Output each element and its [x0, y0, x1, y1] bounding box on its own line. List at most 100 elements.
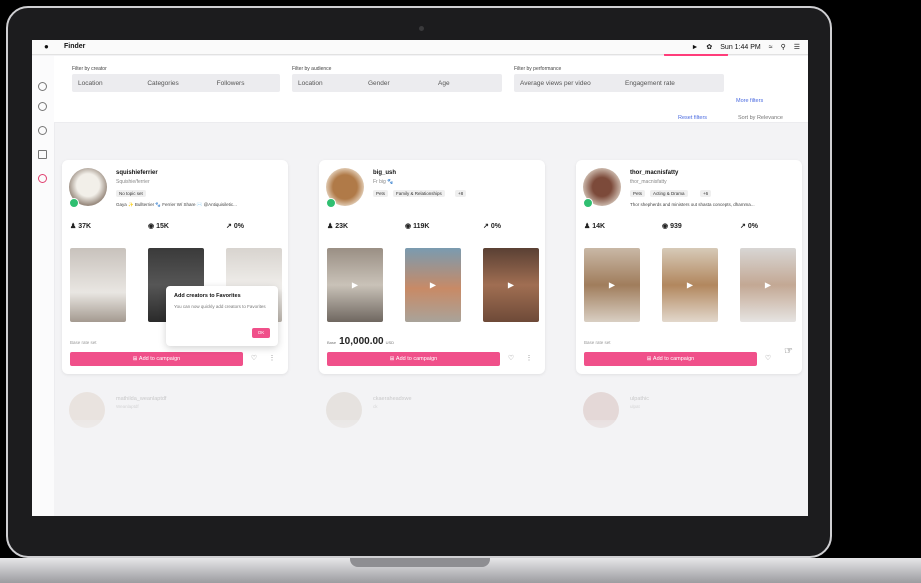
- video-thumbnail[interactable]: ▶: [662, 248, 718, 322]
- video-thumbnail[interactable]: [70, 248, 126, 322]
- creator-subtitle: Squishie/ferrier: [116, 179, 150, 185]
- engagement-icon: ↗: [483, 223, 489, 230]
- base-rate-label: Base rate set: [584, 340, 611, 345]
- creator-tag: Pets: [630, 190, 646, 197]
- add-to-campaign-button[interactable]: ⊞ Add to campaign: [584, 352, 757, 366]
- followers-icon: ♟: [584, 223, 591, 230]
- filter-categories[interactable]: Categories: [141, 80, 210, 87]
- play-icon: ▶: [351, 280, 359, 290]
- play-icon: ▶: [507, 280, 515, 290]
- search-icon[interactable]: [38, 102, 47, 111]
- creator-tag: Family & Relationships: [393, 190, 445, 197]
- followers-stat: ♟ 37K: [70, 223, 92, 230]
- volume-icon[interactable]: ►: [691, 44, 698, 51]
- creator-card-preview[interactable]: ulpathic ulpat: [576, 388, 802, 428]
- menubar-app-name[interactable]: Finder: [64, 43, 85, 50]
- verified-badge: [583, 198, 593, 208]
- video-thumbnail[interactable]: ▶: [405, 248, 461, 322]
- creator-subtitle: thor_macnisfatty: [630, 179, 667, 185]
- creator-subtitle: ck: [373, 404, 378, 409]
- tooltip-ok-button[interactable]: OK: [252, 328, 270, 338]
- laptop-notch: [350, 558, 490, 567]
- rate-currency: USD: [385, 340, 395, 345]
- fade-overlay: [54, 420, 808, 516]
- play-icon: ▶: [608, 280, 616, 290]
- filter-location[interactable]: Location: [72, 80, 141, 87]
- verified-badge: [69, 198, 79, 208]
- video-thumbnail[interactable]: ▶: [740, 248, 796, 322]
- video-thumbnail[interactable]: ▶: [327, 248, 383, 322]
- play-icon: ▶: [764, 280, 772, 290]
- home-icon[interactable]: [38, 82, 47, 91]
- views-icon: ◉: [662, 223, 669, 230]
- add-to-campaign-button[interactable]: ⊞ Add to campaign: [70, 352, 243, 366]
- creator-handle: ckaeraheadxwe: [373, 396, 412, 402]
- creator-card-preview[interactable]: ckaeraheadxwe ck: [319, 388, 545, 428]
- play-icon: ▶: [429, 280, 437, 290]
- video-thumbnail[interactable]: ▶: [483, 248, 539, 322]
- sort-by-dropdown[interactable]: Sort by Relevance: [738, 115, 783, 121]
- filter-followers[interactable]: Followers: [211, 80, 280, 87]
- play-icon: ▶: [686, 280, 694, 290]
- engagement-icon: ↗: [740, 223, 746, 230]
- creator-handle[interactable]: squishieferrier: [116, 170, 158, 176]
- more-filters-link[interactable]: More filters: [736, 98, 763, 104]
- creator-card-preview[interactable]: mathilda_weanlaptdf Weanlaptdf: [62, 388, 288, 428]
- apple-icon[interactable]: ●: [44, 42, 49, 51]
- engagement-stat: ↗ 0%: [740, 223, 758, 230]
- menubar-clock[interactable]: Sun 1:44 PM: [720, 44, 760, 51]
- add-to-campaign-button[interactable]: ⊞ Add to campaign: [327, 352, 500, 366]
- creator-handle[interactable]: thor_macnisfatty: [630, 170, 678, 176]
- creator-bio: Gaya ✨ Bullterrier 🐾 Ferrier W/ Share ✉️…: [116, 202, 237, 207]
- bluetooth-icon[interactable]: ✿: [706, 43, 712, 51]
- creator-card[interactable]: big_ush Fr big 🐾 Pets Family & Relations…: [319, 160, 545, 374]
- views-stat: ◉ 15K: [148, 223, 169, 230]
- creator-tag-more[interactable]: +6: [700, 190, 712, 197]
- base-rate-value: Base 10,000.00 USD: [327, 336, 395, 347]
- creator-tag: Pets: [373, 190, 389, 197]
- sidebar: [32, 56, 55, 516]
- more-options-icon[interactable]: ⋮: [525, 355, 533, 363]
- filter-audience-location[interactable]: Location: [292, 80, 362, 87]
- more-options-icon[interactable]: ⋮: [268, 355, 276, 363]
- base-rate-label: Base rate set: [70, 340, 97, 345]
- control-center-icon[interactable]: ☰: [794, 43, 800, 51]
- creator-filter-group: Filter by creator Location Categories Fo…: [72, 66, 280, 92]
- reset-filters-link[interactable]: Reset filters: [678, 115, 707, 121]
- base-rate-label: Base: [327, 340, 337, 345]
- filter-avg-views[interactable]: Average views per video: [514, 80, 619, 87]
- favorites-icon[interactable]: [38, 174, 47, 183]
- webcam: [419, 26, 424, 31]
- creator-tag-more[interactable]: +8: [455, 190, 467, 197]
- filter-group-label: Filter by creator: [72, 66, 107, 72]
- creator-handle: ulpathic: [630, 396, 649, 402]
- wifi-icon[interactable]: ≈: [769, 44, 773, 51]
- favorite-icon[interactable]: ♡: [507, 355, 515, 363]
- filter-group-label: Filter by audience: [292, 66, 332, 72]
- spotlight-icon[interactable]: ⚲: [781, 43, 786, 51]
- views-icon: ◉: [405, 223, 412, 230]
- favorite-icon[interactable]: ♡: [764, 355, 772, 363]
- creator-handle: mathilda_weanlaptdf: [116, 396, 167, 402]
- video-thumbnail[interactable]: ▶: [584, 248, 640, 322]
- views-stat: ◉ 939: [662, 223, 682, 230]
- creator-tag: Acting & Drama: [650, 190, 688, 197]
- creator-tag: No topic set: [116, 190, 146, 197]
- messages-icon[interactable]: [38, 150, 47, 159]
- mac-menubar: ● Finder ► ✿ Sun 1:44 PM ≈ ⚲ ☰: [32, 40, 808, 55]
- creator-card[interactable]: thor_macnisfatty thor_macnisfatty Pets A…: [576, 160, 802, 374]
- campaign-icon[interactable]: [38, 126, 47, 135]
- creator-subtitle: Weanlaptdf: [116, 404, 139, 409]
- mouse-cursor: ☞: [784, 346, 793, 357]
- filter-engagement[interactable]: Engagement rate: [619, 80, 724, 87]
- creator-handle[interactable]: big_ush: [373, 170, 396, 176]
- engagement-icon: ↗: [226, 223, 232, 230]
- views-stat: ◉ 119K: [405, 223, 430, 230]
- filter-age[interactable]: Age: [432, 80, 502, 87]
- tooltip-body: You can now quickly add creators to Favo…: [174, 304, 266, 309]
- filter-gender[interactable]: Gender: [362, 80, 432, 87]
- creator-subtitle: Fr big 🐾: [373, 179, 394, 185]
- verified-badge: [326, 198, 336, 208]
- favorite-icon[interactable]: ♡: [250, 355, 258, 363]
- engagement-stat: ↗ 0%: [226, 223, 244, 230]
